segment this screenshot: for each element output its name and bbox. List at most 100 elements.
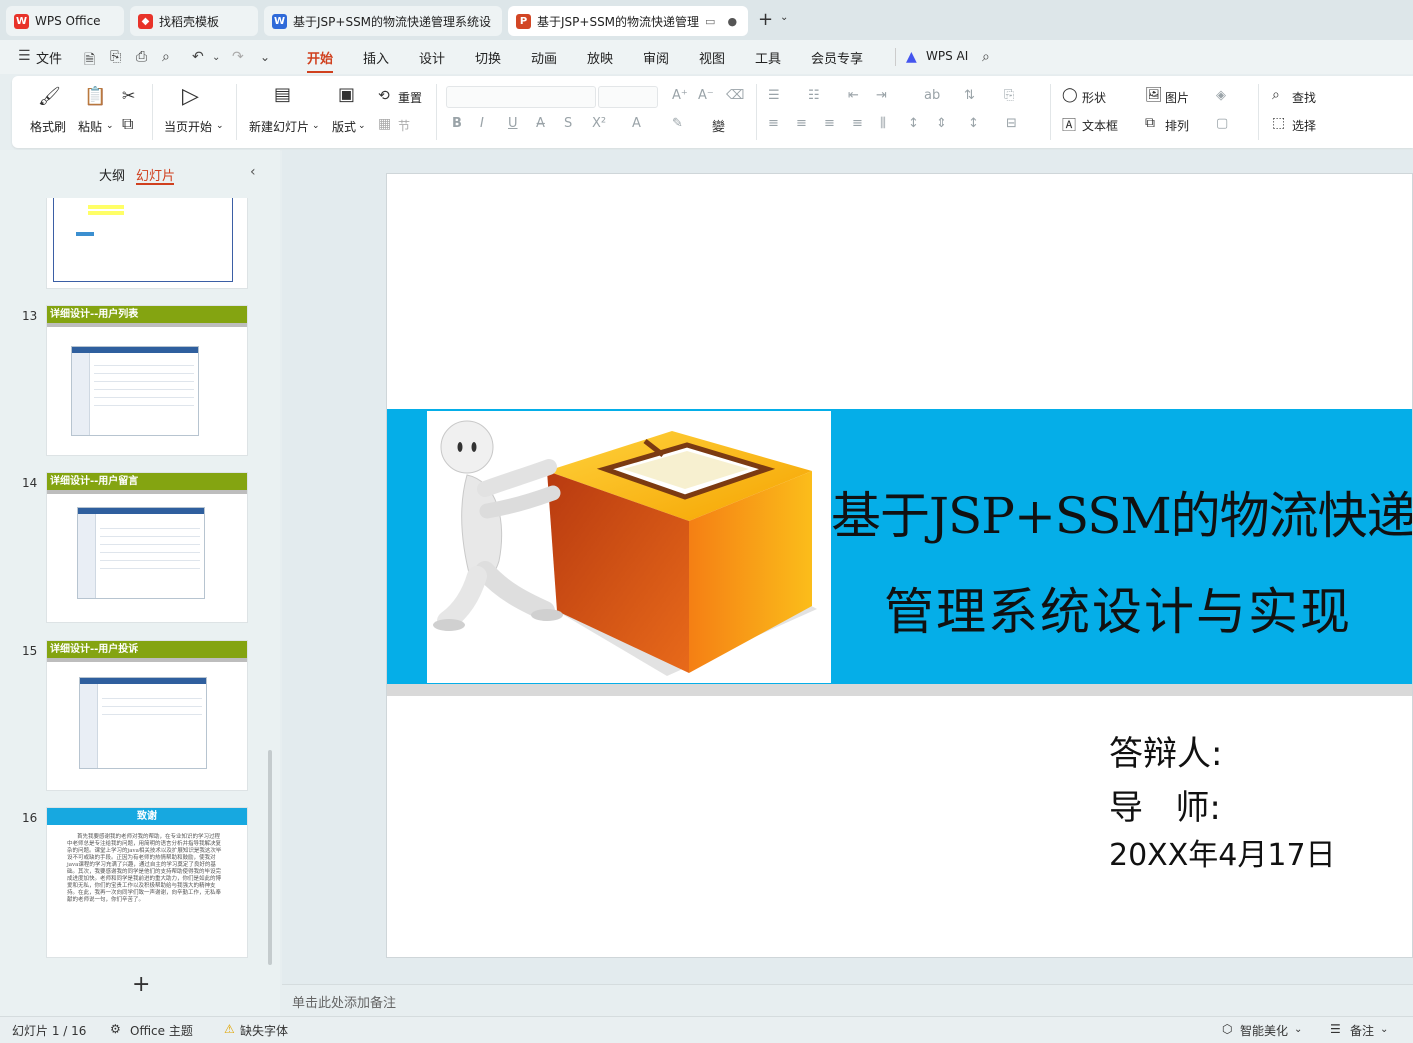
tab-outline[interactable]: 大纲 — [99, 165, 125, 184]
search-icon[interactable]: ⌕ — [982, 49, 990, 65]
line-spacing-icon[interactable]: ↕ — [908, 116, 919, 131]
bold-icon[interactable]: B — [452, 116, 462, 131]
strikethrough-icon[interactable]: A̶ — [536, 116, 545, 131]
add-slide-button[interactable]: + — [132, 972, 150, 997]
section-button[interactable]: 节 — [398, 117, 410, 134]
menu-tab-design[interactable]: 设计 — [419, 48, 445, 67]
theme-name[interactable]: Office 主题 — [130, 1022, 193, 1039]
slide-1[interactable]: 基于JSP+SSM的物流快递 管理系统设计与实现 答辩人: 导 师: 20XX年… — [386, 173, 1413, 958]
slide-thumbnail-15[interactable]: 详细设计--用户投诉 — [46, 640, 248, 791]
slide-title-line2[interactable]: 管理系统设计与实现 — [884, 572, 1352, 644]
slide-thumbnail-16[interactable]: 致谢 首先我要感谢我的老师对我的帮助，在专业知识的学习过程中老师总是专注给我的问… — [46, 807, 248, 958]
font-size-dropdown[interactable] — [598, 86, 658, 108]
paste-button[interactable]: 粘贴 — [78, 118, 102, 135]
align-right-icon[interactable]: ≡ — [824, 116, 835, 131]
fill-icon[interactable]: ◈ — [1216, 88, 1226, 103]
print-icon[interactable]: ⎙ — [136, 49, 147, 65]
chevron-down-icon[interactable]: ⌄ — [106, 121, 114, 131]
sort-icon[interactable]: ⇅ — [964, 88, 975, 103]
chevron-down-icon[interactable]: ⌄ — [216, 121, 224, 131]
align-center-icon[interactable]: ≡ — [796, 116, 807, 131]
collapse-panel-icon[interactable]: ‹ — [250, 164, 256, 180]
more-dropdown-icon[interactable]: ⌄ — [260, 50, 270, 64]
slide-thumbnail-12[interactable] — [46, 198, 248, 289]
chevron-down-icon[interactable]: ⌄ — [780, 12, 788, 23]
copy-icon[interactable]: ⧉ — [122, 114, 133, 134]
shadow-text-icon[interactable]: S — [564, 116, 572, 131]
undo-dropdown-icon[interactable]: ⌄ — [212, 52, 220, 63]
menu-tab-review[interactable]: 审阅 — [643, 48, 669, 67]
new-tab-plus-icon[interactable]: + — [758, 9, 773, 30]
notes-pane[interactable]: 单击此处添加备注 — [282, 984, 1413, 1016]
tab-ppt-document[interactable]: P 基于JSP+SSM的物流快递管理 ▭ ● — [508, 6, 748, 36]
vertical-align-icon[interactable]: ⊟ — [1006, 116, 1017, 131]
play-from-current-button[interactable]: 当页开始 — [164, 118, 212, 135]
para-spacing-icon[interactable]: ⇕ — [936, 116, 947, 131]
bullets-icon[interactable]: ☰ — [768, 88, 780, 103]
font-color-icon[interactable]: A — [632, 116, 641, 131]
tab-word-document[interactable]: W 基于JSP+SSM的物流快递管理系统设 — [264, 6, 502, 36]
reset-button[interactable]: 重置 — [398, 89, 422, 106]
missing-font-button[interactable]: 缺失字体 — [240, 1022, 288, 1039]
superscript-icon[interactable]: X² — [592, 116, 606, 131]
underline-icon[interactable]: U — [508, 116, 518, 131]
textbox-button[interactable]: 文本框 — [1082, 117, 1118, 134]
arrange-button[interactable]: 排列 — [1165, 117, 1189, 134]
align-left-icon[interactable]: ≡ — [768, 116, 779, 131]
menu-tab-view[interactable]: 视图 — [699, 48, 725, 67]
date-label[interactable]: 20XX年4月17日 — [1109, 830, 1336, 874]
new-slide-button[interactable]: 新建幻灯片 — [249, 118, 309, 135]
decrease-indent-icon[interactable]: ⇤ — [848, 88, 859, 103]
slide-title-line1[interactable]: 基于JSP+SSM的物流快递 — [831, 476, 1412, 548]
text-direction-icon[interactable]: ab — [924, 88, 940, 103]
file-menu[interactable]: 文件 — [36, 48, 62, 67]
chevron-down-icon[interactable]: ⌄ — [312, 121, 320, 131]
export-icon[interactable]: ⎘ — [110, 49, 121, 65]
hamburger-icon[interactable]: ☰ — [18, 48, 31, 64]
unsaved-dot-icon[interactable]: ● — [727, 15, 737, 28]
advisor-label[interactable]: 导 师: — [1109, 780, 1221, 829]
find-button[interactable]: 查找 — [1292, 89, 1316, 106]
tab-slides[interactable]: 幻灯片 — [136, 165, 175, 184]
line-height-icon[interactable]: ↕ — [968, 116, 979, 131]
cut-icon[interactable]: ✂ — [122, 86, 135, 105]
italic-icon[interactable]: I — [480, 116, 484, 131]
convert-icon[interactable]: ⎘ — [1004, 88, 1014, 103]
menu-tab-animation[interactable]: 动画 — [531, 48, 557, 67]
shape-button[interactable]: 形状 — [1082, 89, 1106, 106]
wps-ai-button[interactable]: WPS AI — [926, 49, 968, 63]
char-spacing-icon[interactable]: 變 — [712, 116, 725, 135]
print-preview-icon[interactable]: ⌕ — [162, 49, 170, 65]
notes-placeholder[interactable]: 单击此处添加备注 — [292, 992, 396, 1011]
format-painter-button[interactable]: 格式刷 — [30, 118, 66, 135]
cartoon-illustration[interactable] — [427, 411, 831, 683]
smart-beautify-button[interactable]: 智能美化 — [1240, 1022, 1288, 1039]
defender-label[interactable]: 答辩人: — [1109, 726, 1222, 775]
outline-icon[interactable]: ▢ — [1216, 116, 1228, 131]
panel-scrollbar[interactable] — [268, 750, 272, 965]
justify-icon[interactable]: ≡ — [852, 116, 863, 131]
numbering-icon[interactable]: ☷ — [808, 88, 820, 103]
select-button[interactable]: 选择 — [1292, 117, 1316, 134]
chevron-down-icon[interactable]: ⌄ — [1294, 1024, 1302, 1035]
slide-thumbnail-13[interactable]: 详细设计--用户列表 — [46, 305, 248, 456]
increase-indent-icon[interactable]: ⇥ — [876, 88, 887, 103]
chevron-down-icon[interactable]: ⌄ — [358, 121, 366, 131]
menu-tab-tools[interactable]: 工具 — [755, 48, 781, 67]
notes-toggle-button[interactable]: 备注 — [1350, 1022, 1374, 1039]
shrink-font-icon[interactable]: A⁻ — [698, 88, 714, 103]
menu-tab-member[interactable]: 会员专享 — [811, 48, 863, 67]
slide-thumbnail-14[interactable]: 详细设计--用户留言 — [46, 472, 248, 623]
font-family-dropdown[interactable] — [446, 86, 596, 108]
tab-wps-office[interactable]: W WPS Office — [6, 6, 124, 36]
menu-tab-insert[interactable]: 插入 — [363, 48, 389, 67]
distribute-icon[interactable]: ⫼ — [880, 116, 886, 131]
redo-icon[interactable]: ↷ — [232, 49, 244, 65]
menu-tab-home[interactable]: 开始 — [307, 48, 334, 73]
menu-tab-transition[interactable]: 切换 — [475, 48, 501, 67]
menu-tab-slideshow[interactable]: 放映 — [587, 48, 613, 67]
grow-font-icon[interactable]: A⁺ — [672, 88, 688, 103]
highlight-icon[interactable]: ✎ — [672, 116, 683, 131]
picture-button[interactable]: 图片 — [1165, 89, 1189, 106]
tab-docer-templates[interactable]: ◆ 找稻壳模板 — [130, 6, 258, 36]
